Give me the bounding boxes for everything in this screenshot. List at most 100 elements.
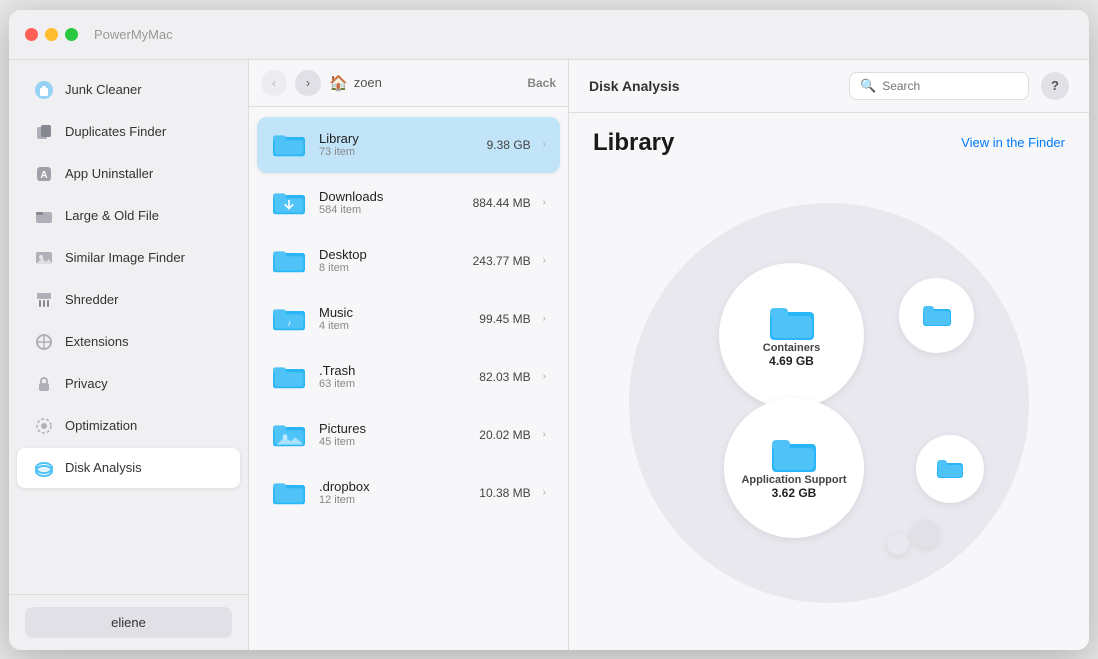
file-item-dropbox[interactable]: .dropbox 12 item 10.38 MB › — [257, 465, 560, 521]
view-in-finder-link[interactable]: View in the Finder — [961, 135, 1065, 150]
breadcrumb-home-icon: 🏠 — [329, 74, 348, 92]
sidebar-item-privacy[interactable]: Privacy — [17, 364, 240, 404]
sidebar-item-shredder[interactable]: Shredder — [17, 280, 240, 320]
sidebar-item-disk-analysis[interactable]: Disk Analysis — [17, 448, 240, 488]
file-info-downloads: Downloads 584 item — [319, 189, 461, 216]
file-size-music: 99.45 MB — [479, 312, 530, 326]
large-old-file-icon — [33, 205, 55, 227]
file-size-desktop: 243.77 MB — [473, 254, 531, 268]
file-item-library[interactable]: Library 73 item 9.38 GB › — [257, 117, 560, 173]
user-button[interactable]: eliene — [25, 607, 232, 638]
back-button[interactable]: Back — [527, 76, 556, 90]
help-button[interactable]: ? — [1041, 72, 1069, 100]
file-count-music: 4 item — [319, 320, 467, 332]
folder-icon-pictures — [271, 417, 307, 453]
disk-analysis-icon — [33, 457, 55, 479]
file-info-trash: .Trash 63 item — [319, 363, 467, 390]
optimization-icon — [33, 415, 55, 437]
minimize-button[interactable] — [45, 28, 58, 41]
file-name-library: Library — [319, 131, 475, 146]
file-size-library: 9.38 GB — [487, 138, 531, 152]
file-item-downloads[interactable]: Downloads 584 item 884.44 MB › — [257, 175, 560, 231]
bubble-top-right[interactable] — [899, 278, 974, 353]
file-count-dropbox: 12 item — [319, 494, 467, 506]
folder-header-row: Library View in the Finder — [593, 129, 1065, 157]
traffic-lights — [25, 28, 78, 41]
user-label: eliene — [111, 615, 146, 630]
bubble-containers[interactable]: Containers 4.69 GB — [719, 263, 864, 408]
file-size-pictures: 20.02 MB — [479, 428, 530, 442]
chevron-pictures: › — [543, 429, 546, 440]
sidebar-item-large-old-file[interactable]: Large & Old File — [17, 196, 240, 236]
file-count-downloads: 584 item — [319, 204, 461, 216]
title-bar: PowerMyMac — [9, 10, 1089, 60]
file-panel: ‹ › 🏠 zoen Back — [249, 60, 569, 650]
file-count-library: 73 item — [319, 146, 475, 158]
sidebar-footer: eliene — [9, 594, 248, 650]
sidebar-item-optimization-label: Optimization — [65, 418, 137, 433]
file-name-dropbox: .dropbox — [319, 479, 467, 494]
right-panel: Disk Analysis 🔍 ? Library View in the Fi… — [569, 60, 1089, 650]
file-info-desktop: Desktop 8 item — [319, 247, 461, 274]
right-body: Library View in the Finder Containers — [569, 113, 1089, 650]
file-count-desktop: 8 item — [319, 262, 461, 274]
bubble-app-support[interactable]: Application Support 3.62 GB — [724, 398, 864, 538]
search-icon: 🔍 — [860, 78, 876, 94]
search-input[interactable] — [882, 79, 1012, 93]
chevron-library: › — [543, 139, 546, 150]
right-header: Disk Analysis 🔍 ? — [569, 60, 1089, 113]
sidebar-item-app-uninstaller-label: App Uninstaller — [65, 166, 153, 181]
sidebar-item-duplicates-finder[interactable]: Duplicates Finder — [17, 112, 240, 152]
sidebar-item-optimization[interactable]: Optimization — [17, 406, 240, 446]
folder-icon-music: ♪ — [271, 301, 307, 337]
nav-forward-button[interactable]: › — [295, 70, 321, 96]
sidebar-item-extensions[interactable]: Extensions — [17, 322, 240, 362]
duplicates-finder-icon — [33, 121, 55, 143]
folder-icon-library — [271, 127, 307, 163]
file-item-music[interactable]: ♪ Music 4 item 99.45 MB › — [257, 291, 560, 347]
folder-icon-trash — [271, 359, 307, 395]
bubble-dot1 — [911, 520, 939, 548]
file-name-music: Music — [319, 305, 467, 320]
file-name-trash: .Trash — [319, 363, 467, 378]
sidebar-items: Junk Cleaner Duplicates Finder A App Uni… — [9, 60, 248, 594]
sidebar-item-similar-image-finder-label: Similar Image Finder — [65, 250, 185, 265]
file-item-pictures[interactable]: Pictures 45 item 20.02 MB › — [257, 407, 560, 463]
bubble-app-support-size: 3.62 GB — [772, 486, 817, 500]
file-name-downloads: Downloads — [319, 189, 461, 204]
bubble-background: Containers 4.69 GB Application Support — [629, 203, 1029, 603]
app-window: PowerMyMac Junk Cleaner Duplicates Finde… — [9, 10, 1089, 650]
sidebar-item-junk-cleaner-label: Junk Cleaner — [65, 82, 142, 97]
file-name-pictures: Pictures — [319, 421, 467, 436]
folder-icon-dropbox — [271, 475, 307, 511]
chevron-dropbox: › — [543, 487, 546, 498]
search-bar[interactable]: 🔍 — [849, 72, 1029, 100]
folder-header-title: Library — [593, 129, 674, 157]
close-button[interactable] — [25, 28, 38, 41]
file-item-desktop[interactable]: Desktop 8 item 243.77 MB › — [257, 233, 560, 289]
app-uninstaller-icon: A — [33, 163, 55, 185]
sidebar-item-duplicates-finder-label: Duplicates Finder — [65, 124, 166, 139]
nav-back-button[interactable]: ‹ — [261, 70, 287, 96]
svg-text:A: A — [40, 170, 47, 181]
chevron-desktop: › — [543, 255, 546, 266]
sidebar-item-app-uninstaller[interactable]: A App Uninstaller — [17, 154, 240, 194]
sidebar-item-large-old-file-label: Large & Old File — [65, 208, 159, 223]
bubble-containers-label: Containers — [763, 342, 820, 354]
sidebar-item-junk-cleaner[interactable]: Junk Cleaner — [17, 70, 240, 110]
file-info-pictures: Pictures 45 item — [319, 421, 467, 448]
junk-cleaner-icon — [33, 79, 55, 101]
file-count-pictures: 45 item — [319, 436, 467, 448]
chevron-downloads: › — [543, 197, 546, 208]
file-panel-nav: ‹ › 🏠 zoen Back — [249, 60, 568, 107]
file-size-dropbox: 10.38 MB — [479, 486, 530, 500]
bubble-dot2 — [887, 533, 909, 555]
similar-image-finder-icon — [33, 247, 55, 269]
file-item-trash[interactable]: .Trash 63 item 82.03 MB › — [257, 349, 560, 405]
bubble-bottom-right[interactable] — [916, 435, 984, 503]
sidebar-item-similar-image-finder[interactable]: Similar Image Finder — [17, 238, 240, 278]
maximize-button[interactable] — [65, 28, 78, 41]
file-info-music: Music 4 item — [319, 305, 467, 332]
app-title: PowerMyMac — [94, 27, 173, 42]
svg-text:♪: ♪ — [287, 318, 291, 327]
